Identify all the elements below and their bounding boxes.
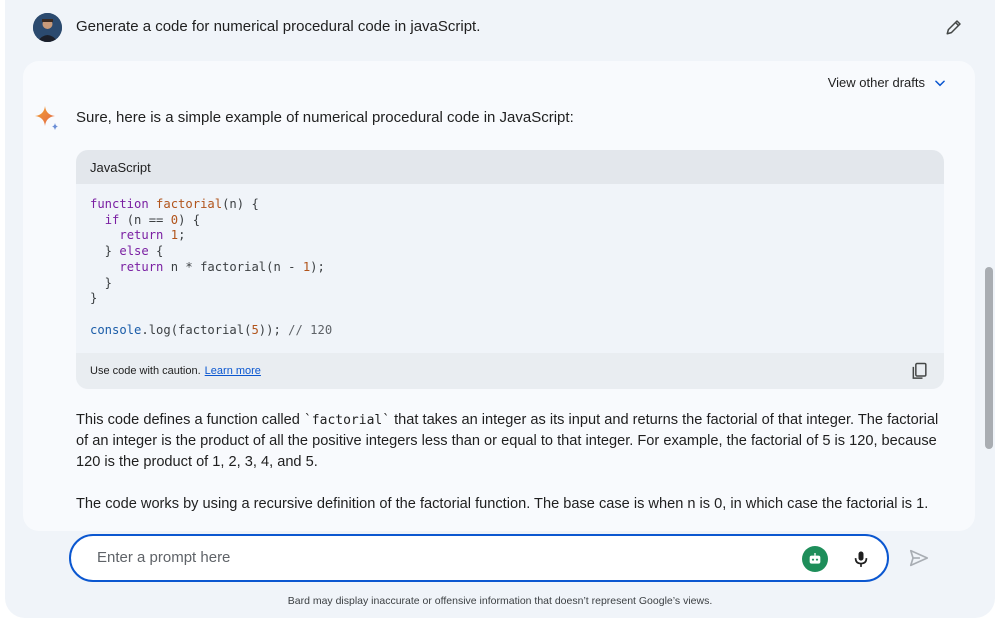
code-line: } (90, 275, 113, 290)
code-block: JavaScript function factorial(n) { if (n… (76, 150, 944, 389)
code-footer: Use code with caution. Learn more (76, 353, 944, 389)
scrollbar[interactable] (985, 60, 993, 530)
pencil-icon (946, 20, 961, 35)
bot-button[interactable] (802, 546, 828, 572)
prompt-input-box (69, 534, 889, 582)
explanation-paragraph-1: This code defines a function called `fac… (76, 410, 946, 473)
code-language-label: JavaScript (76, 150, 944, 184)
inline-code-factorial: `factorial` (303, 413, 391, 428)
drafts-label: View other drafts (827, 75, 925, 90)
code-line: } (90, 291, 98, 306)
user-avatar (33, 13, 62, 42)
code-line: } else { (90, 244, 164, 259)
caution-text: Use code with caution. (90, 365, 201, 377)
send-icon[interactable] (908, 547, 930, 569)
prompt-input[interactable] (95, 548, 779, 567)
code-content: function factorial(n) { if (n == 0) { re… (76, 184, 944, 341)
scrollbar-thumb[interactable] (985, 267, 993, 449)
bard-app: Generate a code for numerical procedural… (5, 0, 995, 618)
learn-more-link[interactable]: Learn more (205, 365, 261, 377)
edit-prompt-button[interactable] (943, 16, 965, 38)
code-line: return n * factorial(n - 1); (119, 259, 325, 274)
disclaimer-text: Bard may display inaccurate or offensive… (287, 595, 713, 607)
microphone-icon[interactable] (851, 548, 871, 570)
view-other-drafts-button[interactable]: View other drafts (828, 75, 947, 90)
bard-sparkle-icon (35, 106, 58, 130)
explanation-paragraph-2: The code works by using a recursive defi… (76, 496, 929, 512)
response-intro: Sure, here is a simple example of numeri… (76, 109, 574, 126)
copy-icon[interactable] (910, 361, 930, 381)
code-line: if (n == 0) { (104, 212, 201, 227)
user-prompt-text: Generate a code for numerical procedural… (76, 18, 481, 35)
code-line: return 1; (119, 228, 186, 243)
code-line: function factorial(n) { (90, 197, 259, 211)
robot-icon (809, 553, 821, 564)
chevron-down-icon (935, 79, 945, 86)
code-line: console.log(factorial(5)); // 120 (90, 322, 333, 337)
paragraph-1-text-a: This code defines a function called (76, 412, 304, 428)
